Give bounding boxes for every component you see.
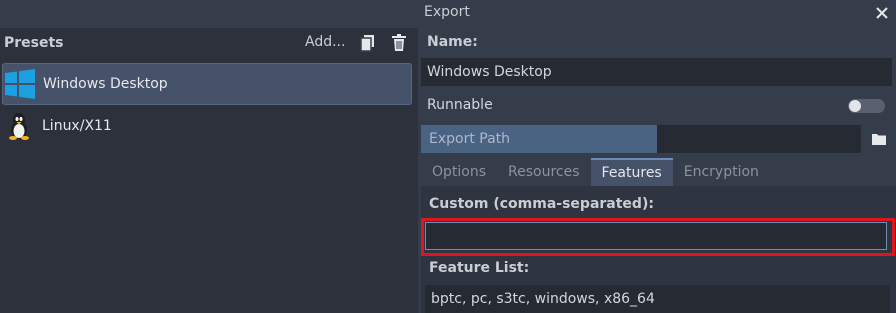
add-preset-button[interactable]: Add... <box>305 34 345 50</box>
preset-item-label: Windows Desktop <box>43 76 168 92</box>
presets-label: Presets <box>4 35 64 51</box>
close-icon[interactable] <box>872 3 892 23</box>
preset-item-linux[interactable]: Linux/X11 <box>2 105 412 147</box>
custom-features-label: Custom (comma-separated): <box>429 196 654 212</box>
folder-icon[interactable] <box>866 125 892 153</box>
runnable-label: Runnable <box>427 97 493 113</box>
window-title: Export <box>424 4 470 20</box>
tab-options[interactable]: Options <box>421 158 497 186</box>
tab-encryption[interactable]: Encryption <box>673 158 770 186</box>
preset-item-windows-desktop[interactable]: Windows Desktop <box>2 63 412 105</box>
name-field[interactable]: Windows Desktop <box>421 58 892 86</box>
highlight-box <box>421 218 895 256</box>
tab-resources[interactable]: Resources <box>497 158 591 186</box>
windows-icon <box>3 67 37 101</box>
linux-tux-icon <box>2 109 36 143</box>
runnable-toggle[interactable] <box>848 99 885 113</box>
tab-features[interactable]: Features <box>590 158 673 186</box>
tab-bar: Options Resources Features Encryption <box>421 158 892 186</box>
name-label: Name: <box>427 34 478 50</box>
feature-list-label: Feature List: <box>429 260 530 276</box>
preset-item-label: Linux/X11 <box>42 118 112 134</box>
export-path-placeholder: Export Path <box>421 125 657 153</box>
trash-icon[interactable] <box>391 34 407 52</box>
duplicate-icon[interactable] <box>360 34 376 52</box>
feature-list-value: bptc, pc, s3tc, windows, x86_64 <box>425 285 890 313</box>
toggle-knob <box>849 100 861 112</box>
